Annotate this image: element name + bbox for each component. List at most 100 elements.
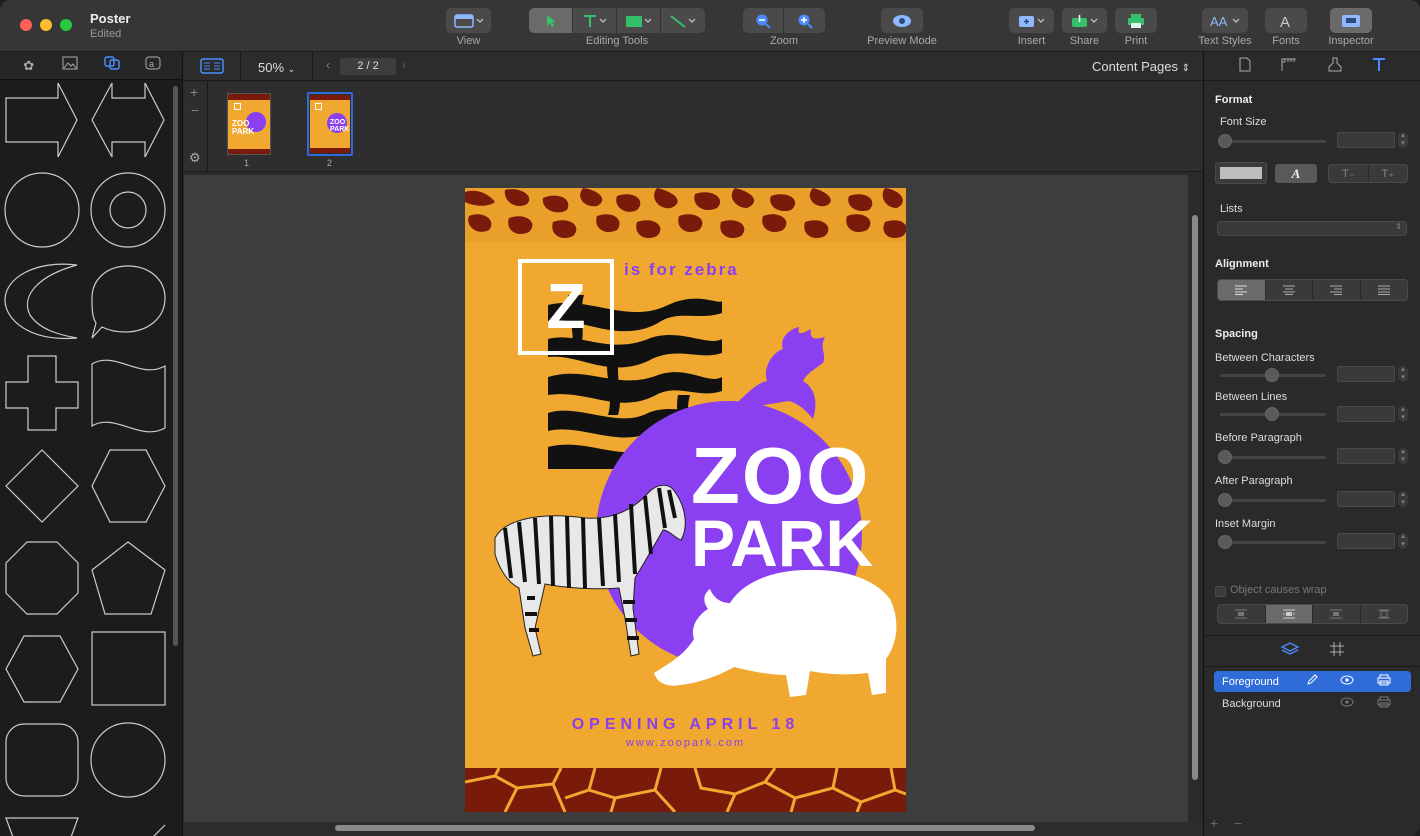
printer-icon[interactable] [1377, 696, 1391, 711]
inset-margin-field[interactable] [1337, 533, 1395, 549]
image-tab-icon[interactable] [59, 56, 81, 76]
zoom-select[interactable]: 50% ⌄ [258, 60, 295, 75]
layer-row-background[interactable]: Background [1214, 693, 1411, 714]
lists-select[interactable]: ⇕ [1217, 221, 1407, 236]
spacing-section-title: Spacing [1215, 328, 1258, 340]
subscript-button[interactable]: T₋ [1329, 165, 1369, 182]
inset-margin-knob[interactable] [1218, 535, 1232, 549]
page-indicator[interactable]: 2 / 2 [340, 58, 396, 75]
before-paragraph-stepper[interactable]: ▴ ▾ [1398, 448, 1408, 464]
zoom-in-button[interactable] [784, 8, 825, 33]
after-paragraph-slider[interactable] [1220, 499, 1326, 502]
before-paragraph-field[interactable] [1337, 448, 1395, 464]
shape-tool-button[interactable] [617, 8, 661, 33]
remove-page-icon[interactable]: − [191, 102, 199, 118]
updown-chevron-icon: ⇕ [1181, 63, 1190, 74]
canvas-horizontal-scrollbar[interactable] [335, 825, 1035, 831]
clipart-tab-icon[interactable]: ✿ [18, 56, 40, 76]
shapes-tab-icon[interactable] [101, 55, 123, 76]
layers-icon[interactable] [1279, 641, 1300, 662]
previous-page-icon[interactable]: ‹ [326, 58, 330, 72]
wrap-none-button[interactable] [1218, 605, 1266, 623]
arrow-cursor-icon [546, 14, 556, 27]
library-scrollbar[interactable] [173, 86, 178, 646]
grid-icon[interactable] [1329, 641, 1345, 662]
between-lines-stepper[interactable]: ▴ ▾ [1398, 406, 1408, 422]
poster-page[interactable]: Z is for zebra ZOO PARK OPENING APRIL 18… [465, 188, 906, 812]
text-tab-icon[interactable] [1372, 57, 1386, 75]
after-paragraph-field[interactable] [1337, 491, 1395, 507]
zoom-out-button[interactable] [743, 8, 784, 33]
view-button[interactable] [446, 8, 491, 33]
between-lines-knob[interactable] [1265, 407, 1279, 421]
font-size-field[interactable] [1337, 132, 1395, 148]
print-button[interactable] [1115, 8, 1157, 33]
next-page-icon[interactable]: › [402, 58, 406, 72]
between-lines-field[interactable] [1337, 406, 1395, 422]
updown-chevron-icon: ⇕ [1395, 222, 1402, 231]
style-tab-icon[interactable] [1327, 57, 1343, 75]
gear-icon[interactable]: ⚙ [189, 150, 201, 166]
visibility-eye-icon[interactable] [1340, 697, 1354, 710]
add-layer-icon[interactable]: + [1210, 815, 1218, 831]
content-pages-select[interactable]: Content Pages ⇕ [1092, 59, 1190, 74]
align-left-button[interactable] [1218, 280, 1266, 300]
layout-tab-icon[interactable] [1280, 57, 1298, 75]
minimize-window-button[interactable] [40, 19, 52, 31]
poster-url: www.zoopark.com [625, 737, 746, 749]
after-paragraph-stepper[interactable]: ▴ ▾ [1398, 491, 1408, 507]
wrap-behind-button[interactable] [1361, 605, 1408, 623]
align-right-button[interactable] [1313, 280, 1361, 300]
line-tool-button[interactable] [661, 8, 705, 33]
before-paragraph-label: Before Paragraph [1215, 432, 1302, 444]
printer-icon[interactable] [1377, 674, 1391, 689]
between-characters-knob[interactable] [1265, 368, 1279, 382]
font-size-stepper[interactable]: ▴ ▾ [1398, 132, 1408, 148]
superscript-button[interactable]: T₊ [1369, 165, 1408, 182]
pencil-icon[interactable] [1306, 674, 1318, 689]
font-size-slider[interactable] [1220, 140, 1326, 143]
font-size-slider-knob[interactable] [1218, 134, 1232, 148]
close-window-button[interactable] [20, 19, 32, 31]
document-status: Edited [90, 28, 122, 40]
share-button[interactable] [1062, 8, 1107, 33]
fonts-button[interactable]: A [1265, 8, 1307, 33]
zoom-window-button[interactable] [60, 19, 72, 31]
layer-row-foreground[interactable]: Foreground [1214, 671, 1411, 692]
before-paragraph-knob[interactable] [1218, 450, 1232, 464]
text-styles-button[interactable]: AA [1202, 8, 1248, 33]
select-tool-button[interactable] [529, 8, 573, 33]
add-page-icon[interactable]: + [190, 84, 198, 100]
double-arrow-shape [91, 82, 165, 158]
before-paragraph-slider[interactable] [1220, 456, 1326, 459]
wrap-around-button[interactable] [1265, 605, 1313, 623]
inspector-button[interactable] [1330, 8, 1372, 33]
between-characters-stepper[interactable]: ▴ ▾ [1398, 366, 1408, 382]
text-box-tab-icon[interactable]: a [142, 56, 164, 76]
page-thumbnail-1[interactable]: ZOO PARK [227, 93, 271, 155]
wrap-top-bottom-button[interactable] [1313, 605, 1361, 623]
between-characters-field[interactable] [1337, 366, 1395, 382]
text-tool-button[interactable] [573, 8, 617, 33]
page-thumbnails-toggle-icon[interactable] [200, 58, 224, 79]
align-justify-button[interactable] [1361, 280, 1408, 300]
octagon-shape [5, 541, 79, 615]
zoom-out-icon [756, 14, 771, 29]
after-paragraph-knob[interactable] [1218, 493, 1232, 507]
document-tab-icon[interactable] [1239, 57, 1251, 75]
page-thumbnail-2[interactable]: ZOO PARK [307, 92, 353, 156]
inset-margin-slider[interactable] [1220, 541, 1326, 544]
remove-layer-icon[interactable]: − [1234, 815, 1242, 831]
visibility-eye-icon[interactable] [1340, 675, 1354, 688]
font-style-button[interactable]: A [1275, 164, 1317, 183]
poster-tagline: is for zebra [624, 260, 739, 279]
cross-shape [5, 355, 79, 431]
canvas-vertical-scrollbar[interactable] [1192, 215, 1198, 780]
object-wrap-checkbox[interactable] [1215, 586, 1226, 597]
preview-mode-button[interactable] [881, 8, 923, 33]
align-center-button[interactable] [1266, 280, 1313, 300]
insert-button[interactable] [1009, 8, 1054, 33]
inset-margin-stepper[interactable]: ▴ ▾ [1398, 533, 1408, 549]
wrap-top-bottom-icon [1330, 609, 1343, 619]
text-color-well[interactable] [1215, 162, 1267, 184]
